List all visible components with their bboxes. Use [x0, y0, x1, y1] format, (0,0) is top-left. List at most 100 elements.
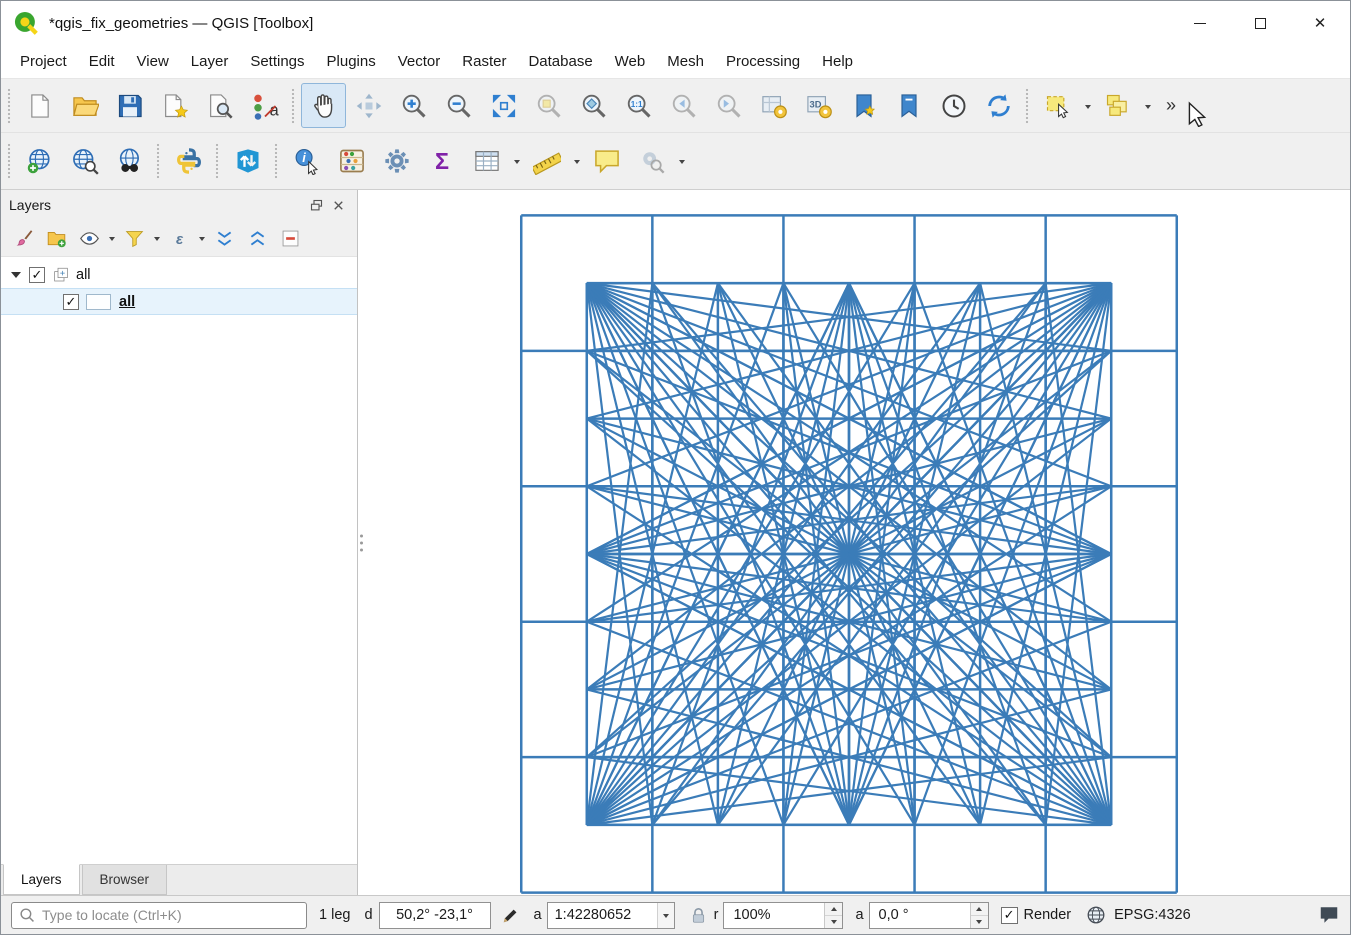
menu-project[interactable]: Project	[9, 47, 78, 76]
filter-legend-dropdown[interactable]	[151, 223, 163, 253]
menu-settings[interactable]: Settings	[239, 47, 315, 76]
splitter-handle[interactable]	[360, 534, 363, 551]
menu-help[interactable]: Help	[811, 47, 864, 76]
coordinate-box[interactable]: 50,2° -23,1°	[379, 902, 491, 929]
open-attribute-table-button[interactable]	[464, 139, 509, 184]
zoom-to-layer-button[interactable]	[571, 83, 616, 128]
zoom-to-selection-button[interactable]	[526, 83, 571, 128]
identify-features-button[interactable]: i	[284, 139, 329, 184]
menu-web[interactable]: Web	[604, 47, 657, 76]
panel-tab-layers[interactable]: Layers	[3, 864, 80, 895]
locator-search[interactable]	[11, 902, 307, 929]
menu-mesh[interactable]: Mesh	[656, 47, 715, 76]
menu-view[interactable]: View	[126, 47, 180, 76]
manage-map-themes-dropdown[interactable]	[106, 223, 118, 253]
new-map-view-button[interactable]	[751, 83, 796, 128]
float-panel-button[interactable]	[305, 195, 327, 215]
filter-by-expression-dropdown[interactable]	[196, 223, 208, 253]
open-attribute-table-dropdown[interactable]	[509, 139, 524, 184]
close-panel-button[interactable]	[327, 195, 349, 215]
menu-vector[interactable]: Vector	[387, 47, 452, 76]
temporal-controller-button[interactable]	[931, 83, 976, 128]
rotation-spin-up-icon[interactable]	[971, 903, 988, 915]
show-bookmarks-button[interactable]	[886, 83, 931, 128]
processing-toolbox-button[interactable]	[629, 139, 674, 184]
select-features-button[interactable]	[1035, 83, 1080, 128]
menu-processing[interactable]: Processing	[715, 47, 811, 76]
crs-globe-icon[interactable]	[1085, 904, 1107, 926]
new-3d-map-view-button[interactable]: 3D	[796, 83, 841, 128]
style-manager-button[interactable]: a	[242, 83, 287, 128]
menu-database[interactable]: Database	[517, 47, 603, 76]
zoom-native-resolution-button[interactable]: 1:1	[616, 83, 661, 128]
zoom-next-button[interactable]	[706, 83, 751, 128]
add-group-button[interactable]	[40, 223, 73, 253]
map-canvas[interactable]	[358, 190, 1350, 895]
coordinate-capture-icon[interactable]	[501, 906, 520, 925]
visibility-checkbox[interactable]: ✓	[63, 294, 79, 310]
refresh-map-button[interactable]	[976, 83, 1021, 128]
layer-label[interactable]: all	[76, 267, 91, 283]
processing-toolbox-dropdown[interactable]	[674, 139, 689, 184]
zoom-last-button[interactable]	[661, 83, 706, 128]
pan-map-button[interactable]	[301, 83, 346, 128]
magnifier-spin-up-icon[interactable]	[825, 903, 842, 915]
statistical-summary-button[interactable]: Σ	[419, 139, 464, 184]
select-features-dropdown[interactable]	[1080, 83, 1095, 128]
menu-plugins[interactable]: Plugins	[316, 47, 387, 76]
scale-dropdown-icon[interactable]	[657, 903, 674, 928]
rotation-spin-down-icon[interactable]	[971, 915, 988, 928]
web-search-button[interactable]	[107, 139, 152, 184]
menu-edit[interactable]: Edit	[78, 47, 126, 76]
layer-group-row[interactable]: ✓ all	[1, 261, 357, 288]
add-wms-service-button[interactable]	[17, 139, 62, 184]
filter-legend-button[interactable]	[118, 223, 151, 253]
zoom-in-button[interactable]	[391, 83, 436, 128]
new-project-button[interactable]	[17, 83, 62, 128]
deselect-features-dropdown[interactable]	[1140, 83, 1155, 128]
collapse-all-button[interactable]	[241, 223, 274, 253]
options-button[interactable]	[374, 139, 419, 184]
open-layer-styling-button[interactable]	[7, 223, 40, 253]
expander-icon[interactable]	[11, 272, 21, 283]
panel-tab-browser[interactable]: Browser	[82, 865, 168, 895]
remove-layer-button[interactable]	[274, 223, 307, 253]
filter-by-expression-button[interactable]: ε	[163, 223, 196, 253]
manage-map-themes-button[interactable]	[73, 223, 106, 253]
deselect-features-button[interactable]	[1095, 83, 1140, 128]
python-console-button[interactable]	[166, 139, 211, 184]
layer-symbol-swatch[interactable]	[86, 294, 111, 310]
render-checkbox[interactable]: ✓	[1001, 907, 1018, 924]
lock-scale-icon[interactable]	[689, 906, 708, 925]
expand-all-button[interactable]	[208, 223, 241, 253]
scale-combo[interactable]: 1:42280652	[547, 902, 675, 929]
layer-row[interactable]: ✓ all	[1, 288, 357, 315]
measure-line-button[interactable]	[524, 139, 569, 184]
plugin-transfer-button[interactable]	[225, 139, 270, 184]
maximize-button[interactable]	[1230, 1, 1290, 45]
layout-manager-button[interactable]	[197, 83, 242, 128]
new-spatial-bookmark-button[interactable]	[841, 83, 886, 128]
close-button[interactable]: ✕	[1290, 1, 1350, 45]
new-print-layout-button[interactable]	[152, 83, 197, 128]
measure-line-dropdown[interactable]	[569, 139, 584, 184]
visibility-checkbox[interactable]: ✓	[29, 267, 45, 283]
minimize-button[interactable]	[1170, 1, 1230, 45]
messages-icon[interactable]	[1318, 904, 1340, 926]
zoom-full-extent-button[interactable]	[481, 83, 526, 128]
magnifier-spin-down-icon[interactable]	[825, 915, 842, 928]
map-tips-button[interactable]	[584, 139, 629, 184]
graphical-modeler-button[interactable]	[329, 139, 374, 184]
toolbar-overflow-button[interactable]: »	[1155, 83, 1187, 128]
pan-to-selection-button[interactable]	[346, 83, 391, 128]
menu-layer[interactable]: Layer	[180, 47, 240, 76]
open-project-button[interactable]	[62, 83, 107, 128]
layer-label[interactable]: all	[119, 294, 135, 310]
rotation-spinbox[interactable]: 0,0 °	[869, 902, 989, 929]
zoom-out-button[interactable]	[436, 83, 481, 128]
menu-raster[interactable]: Raster	[451, 47, 517, 76]
save-project-button[interactable]	[107, 83, 152, 128]
locator-input[interactable]	[42, 907, 300, 923]
magnifier-spinbox[interactable]: 100%	[723, 902, 843, 929]
metasearch-button[interactable]	[62, 139, 107, 184]
